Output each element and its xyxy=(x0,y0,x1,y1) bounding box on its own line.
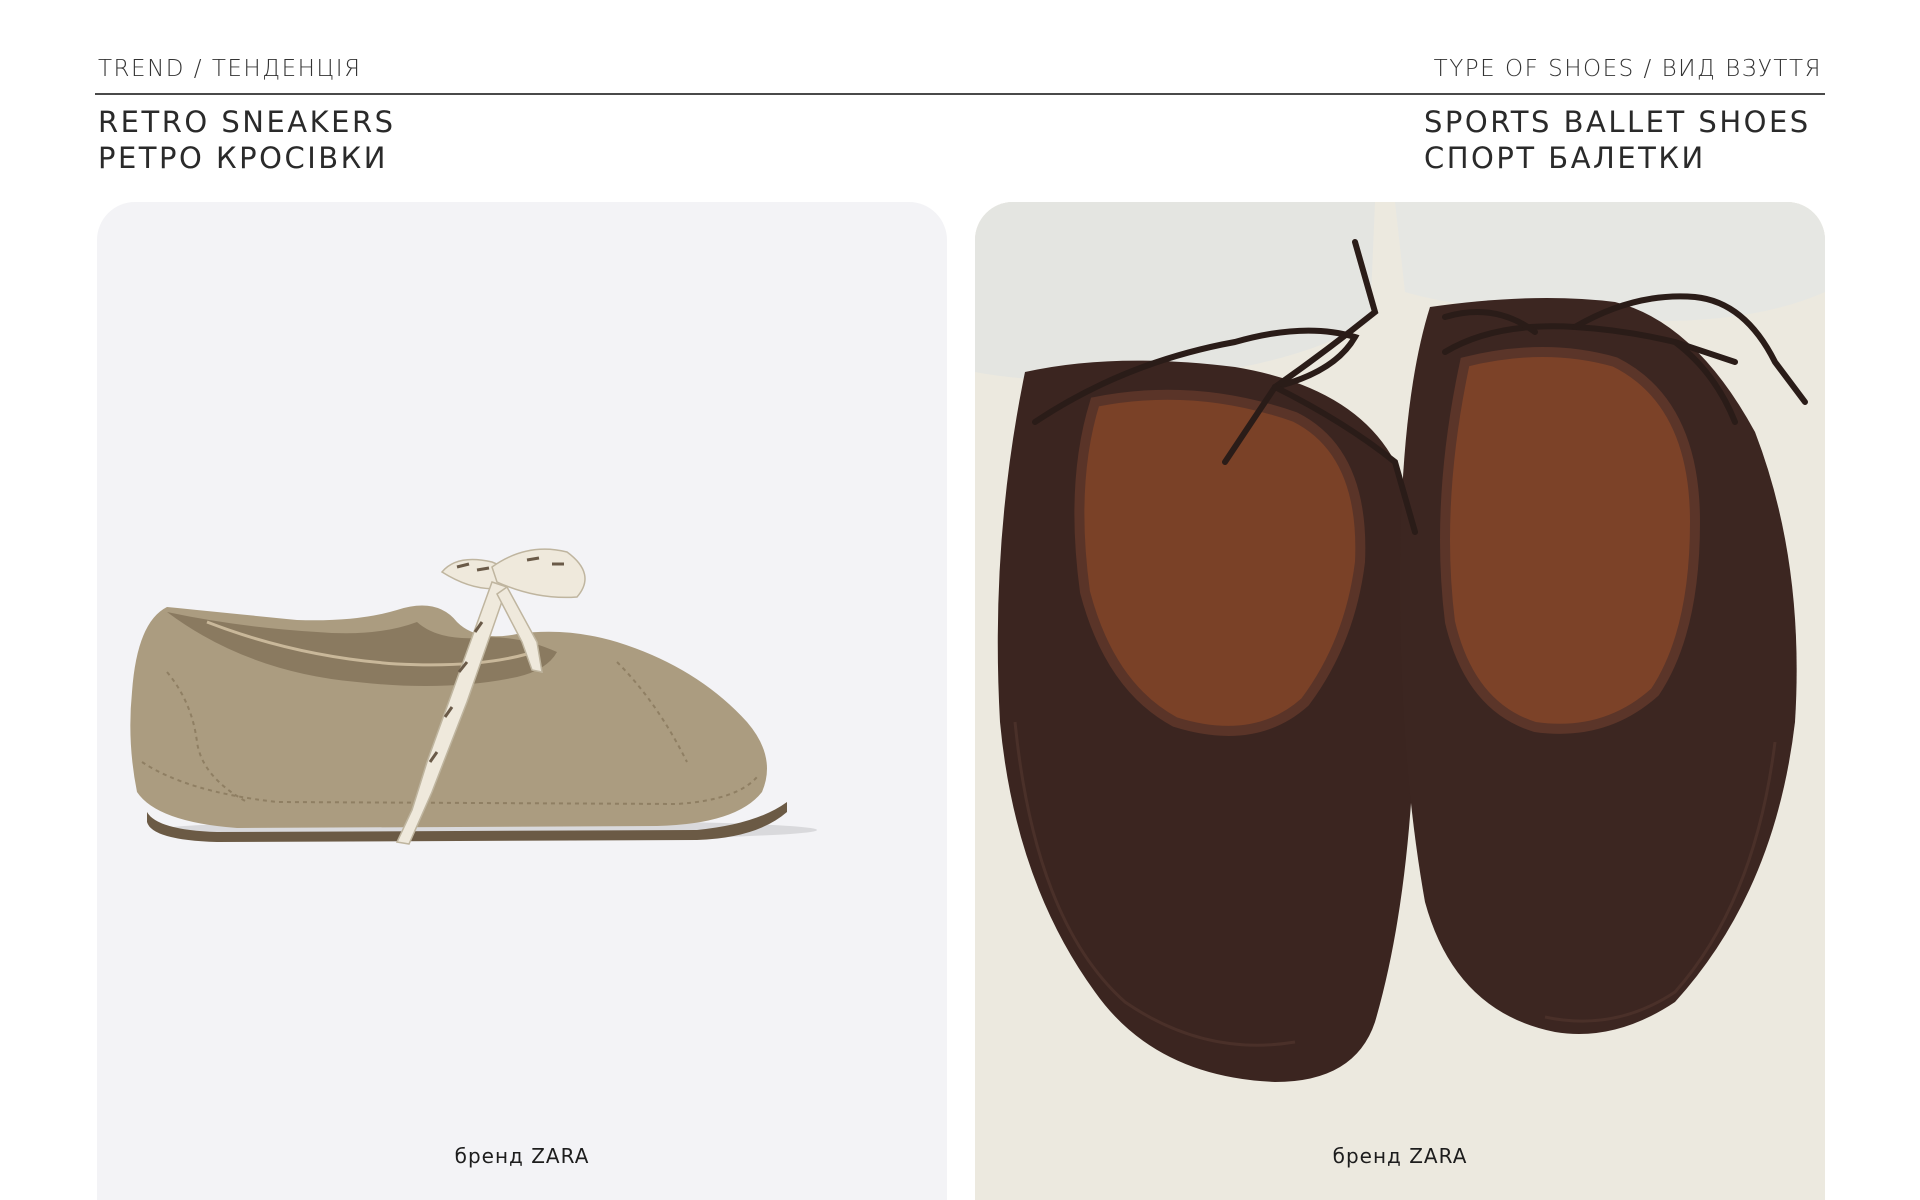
left-title-ua: РЕТРО КРОСІВКИ xyxy=(98,141,388,175)
product-card-sports-ballet-shoes[interactable]: бренд ZARA xyxy=(975,202,1825,1200)
right-foot xyxy=(1445,352,1695,729)
right-title-ua: СПОРТ БАЛЕТКИ xyxy=(1424,141,1706,175)
trend-label: TREND / ТЕНДЕНЦІЯ xyxy=(98,56,362,82)
right-brand-caption: бренд ZARA xyxy=(1332,1144,1468,1168)
left-title-en: RETRO SNEAKERS xyxy=(98,105,396,139)
header-divider xyxy=(95,93,1825,95)
right-titles: SPORTS BALLET SHOES СПОРТ БАЛЕТКИ xyxy=(1424,104,1811,176)
right-title-en: SPORTS BALLET SHOES xyxy=(1424,105,1811,139)
left-brand-caption: бренд ZARA xyxy=(454,1144,590,1168)
product-card-retro-sneakers[interactable]: бренд ZARA xyxy=(97,202,947,1200)
left-titles: RETRO SNEAKERS РЕТРО КРОСІВКИ xyxy=(98,104,396,176)
header-left: TREND / ТЕНДЕНЦІЯ xyxy=(98,55,362,83)
suede-ballet-shoe-image xyxy=(130,548,817,845)
header-right: TYPE OF SHOES / ВИД ВЗУТТЯ xyxy=(1434,55,1822,83)
satin-ballet-shoes-image xyxy=(975,202,1825,1200)
type-of-shoes-label: TYPE OF SHOES / ВИД ВЗУТТЯ xyxy=(1433,56,1822,82)
